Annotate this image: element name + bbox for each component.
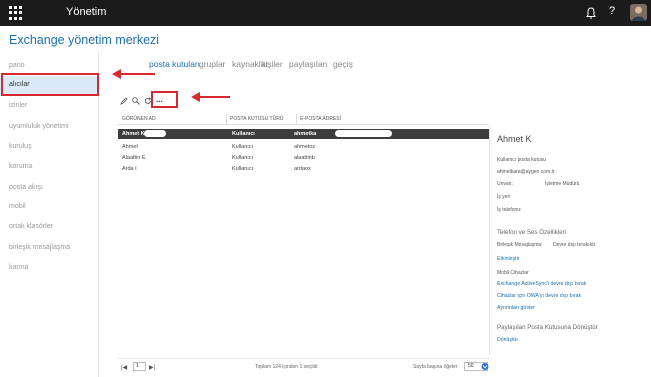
row-display-name[interactable]: Alaattin E [122,155,146,161]
first-page-icon[interactable]: |◀ [121,364,127,371]
sidebar-item-protection[interactable]: koruma [9,163,32,170]
notifications-bell-icon[interactable] [585,6,597,20]
selection-status: Toplam 124 içinden 1 seçildi [255,364,318,370]
page-number-input[interactable]: 1 [133,362,146,371]
convert-link[interactable]: Dönüştür [497,337,518,343]
details-email: ahmetkara@aygen.com.tr [497,169,555,175]
tab-migration[interactable]: geçiş [333,59,353,69]
sidebar [0,52,99,377]
user-photo-icon [630,4,647,21]
details-mailbox-type: Kullanıcı posta kutusu [497,157,546,163]
column-divider [296,114,297,125]
tab-contacts[interactable]: kişiler [261,59,283,69]
annotation-arrow-line-2 [199,96,230,98]
app-launcher-icon[interactable] [9,6,23,20]
sidebar-item-mail-flow[interactable]: posta akışı [9,184,43,191]
per-page-value: 50 [468,363,474,369]
sidebar-item-public-folders[interactable]: ortak klasörler [9,223,53,230]
disable-owa-link[interactable]: Cihazlar için OWA'yı devre dışı bırak [497,293,581,299]
row-display-name[interactable]: Ahmet [122,144,138,150]
avatar[interactable] [630,4,647,21]
chevron-down-icon[interactable] [481,362,489,371]
row-email-address[interactable]: ardaox [294,166,311,172]
row-email-address[interactable]: alaattinb [294,155,315,161]
edit-icon[interactable] [120,97,128,105]
tab-groups[interactable]: gruplar [199,59,225,69]
details-title-label: Unvan: [497,181,513,187]
row-mailbox-type[interactable]: Kullanıcı [232,131,255,137]
redaction-mark [335,130,392,137]
row-mailbox-type[interactable]: Kullanıcı [232,155,253,161]
row-display-name[interactable]: Arda I [122,166,137,172]
annotation-arrow-line [121,73,155,75]
top-navigation-bar: Yönetim ? [0,0,651,26]
row-email-address[interactable]: ahmetka [294,131,316,137]
show-details-link[interactable]: Ayrıntıları göster [497,305,535,311]
row-display-name[interactable]: Ahmet K [122,131,145,137]
row-email-address[interactable]: ahmetoz [294,144,315,150]
app-title: Yönetim [66,6,107,18]
redaction-mark [144,130,166,137]
details-title-value: İşletme Müdürü [545,181,580,187]
details-workplace-label: İş yeri [497,194,511,200]
search-icon[interactable] [132,97,140,105]
details-phone-label: İş telefonu: [497,207,522,213]
details-name: Ahmet K [497,134,532,144]
column-email-address[interactable]: E-POSTA ADRESİ [300,116,341,122]
details-mobile-label: Mobil Cihazlar [497,270,529,276]
disable-activesync-link[interactable]: Exchange ActiveSync'i devre dışı bırak [497,281,586,287]
more-options-highlight-box [151,91,178,108]
sidebar-item-permissions[interactable]: izinler [9,102,27,109]
details-um-label: Birleşik Mesajlaşma: [497,242,543,248]
sidebar-item-organization[interactable]: kuruluş [9,143,32,150]
sidebar-item-hybrid[interactable]: karma [9,264,28,271]
enable-um-link[interactable]: Etkinleştir [497,256,520,262]
page-title: Exchange yönetim merkezi [9,33,160,47]
details-um-value: Devre dışı bırakıldı [553,242,595,248]
column-display-name[interactable]: GÖRÜNEN AD [122,116,156,122]
details-voice-heading: Telefon ve Ses Özellikleri [497,229,567,236]
column-divider [226,114,227,125]
row-mailbox-type[interactable]: Kullanıcı [232,144,253,150]
sidebar-item-dashboard[interactable]: pano [9,62,25,69]
sidebar-item-compliance[interactable]: uyumluluk yönetimi [9,123,69,130]
annotation-arrow-head-2 [191,92,200,102]
per-page-label: Sayfa başına öğeler [413,364,458,370]
help-icon[interactable]: ? [609,5,615,17]
details-shared-heading: Paylaşılan Posta Kutusuna Dönüştür [497,324,598,331]
sidebar-highlight-box [1,73,99,96]
column-mailbox-type[interactable]: POSTA KUTUSU TÜRÜ [230,116,283,122]
tab-shared[interactable]: paylaşılan [289,59,327,69]
last-page-icon[interactable]: ▶| [149,364,155,371]
tab-mailboxes[interactable]: posta kutuları [149,59,200,69]
row-mailbox-type[interactable]: Kullanıcı [232,166,253,172]
sidebar-item-unified-messaging[interactable]: birleşik mesajlaşma [9,244,70,251]
sidebar-item-mobile[interactable]: mobil [9,203,26,210]
annotation-arrow-head [112,69,121,79]
